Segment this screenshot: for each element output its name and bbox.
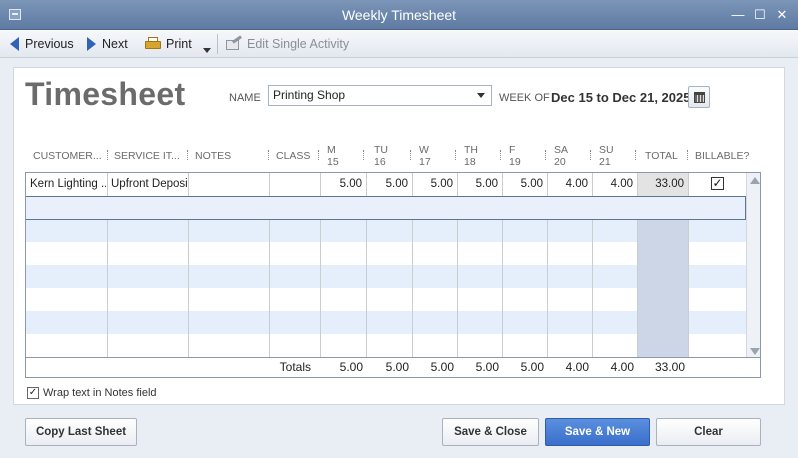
- col-separator[interactable]: [268, 150, 269, 160]
- chevron-down-icon: [203, 47, 211, 53]
- chevron-down-icon: [477, 93, 485, 98]
- col-day-mon[interactable]: M 15: [327, 144, 339, 168]
- total-fri: 5.00: [520, 360, 544, 374]
- previous-label: Previous: [25, 37, 74, 51]
- edit-single-activity-button[interactable]: Edit Single Activity: [226, 35, 349, 53]
- totals-label: Totals: [279, 360, 311, 374]
- total-column-shade: [637, 196, 688, 357]
- print-dropdown-button[interactable]: [203, 41, 211, 59]
- col-day-fri[interactable]: F 19: [509, 144, 521, 168]
- cell-service[interactable]: Upfront Deposit: [111, 173, 188, 195]
- print-button[interactable]: Print: [145, 35, 192, 53]
- col-separator[interactable]: [590, 150, 591, 160]
- col-separator[interactable]: [687, 150, 688, 160]
- printer-icon: [145, 37, 161, 51]
- col-separator[interactable]: [500, 150, 501, 160]
- wrap-text-checkbox[interactable]: ✓: [27, 387, 39, 399]
- cell-hours-tue[interactable]: 5.00: [367, 173, 412, 195]
- cell-hours-mon[interactable]: 5.00: [321, 173, 366, 195]
- col-notes[interactable]: NOTES: [195, 150, 231, 162]
- window-titlebar: Weekly Timesheet — ☐ ✕: [0, 0, 798, 30]
- wrap-text-label[interactable]: Wrap text in Notes field: [43, 387, 157, 399]
- total-sat: 4.00: [565, 360, 589, 374]
- vertical-scrollbar[interactable]: [746, 173, 760, 357]
- print-label: Print: [166, 37, 192, 51]
- cell-hours-wed[interactable]: 5.00: [413, 173, 457, 195]
- col-separator[interactable]: [107, 150, 108, 160]
- col-separator[interactable]: [363, 150, 364, 160]
- cell-class[interactable]: [270, 173, 320, 195]
- name-value: Printing Shop: [273, 88, 346, 102]
- scroll-up-icon[interactable]: [750, 177, 760, 184]
- col-separator[interactable]: [545, 150, 546, 160]
- col-billable[interactable]: BILLABLE?: [695, 150, 749, 162]
- edit-single-label: Edit Single Activity: [247, 37, 350, 51]
- name-dropdown[interactable]: Printing Shop: [268, 85, 492, 106]
- total-sun: 4.00: [610, 360, 634, 374]
- week-of-label: WEEK OF: [499, 92, 550, 104]
- calendar-icon: [694, 92, 705, 103]
- total-mon: 5.00: [339, 360, 363, 374]
- col-service[interactable]: SERVICE IT...: [114, 150, 180, 162]
- window-title: Weekly Timesheet: [341, 7, 457, 23]
- totals-row: Totals 5.00 5.00 5.00 5.00 5.00 4.00 4.0…: [25, 358, 761, 378]
- name-label: NAME: [229, 92, 261, 104]
- col-day-tue[interactable]: TU 16: [374, 144, 388, 168]
- calendar-button[interactable]: [688, 86, 710, 108]
- col-class[interactable]: CLASS: [276, 150, 310, 162]
- selected-row[interactable]: [26, 196, 746, 220]
- total-grand: 33.00: [654, 360, 685, 374]
- scroll-down-icon[interactable]: [750, 348, 760, 355]
- col-day-sat[interactable]: SA 20: [554, 144, 568, 168]
- total-tue: 5.00: [385, 360, 409, 374]
- cell-customer[interactable]: Kern Lighting ...: [30, 173, 106, 195]
- close-button[interactable]: ✕: [774, 7, 790, 23]
- arrow-left-icon: [10, 37, 19, 51]
- col-separator[interactable]: [318, 150, 319, 160]
- col-customer[interactable]: CUSTOMER...: [33, 150, 102, 162]
- col-separator[interactable]: [455, 150, 456, 160]
- col-separator[interactable]: [187, 150, 188, 160]
- arrow-right-icon: [87, 37, 96, 51]
- previous-button[interactable]: Previous: [10, 35, 74, 53]
- clear-button[interactable]: Clear: [656, 418, 761, 446]
- save-close-button[interactable]: Save & Close: [442, 418, 539, 446]
- cell-hours-fri[interactable]: 5.00: [503, 173, 547, 195]
- timesheet-grid[interactable]: Kern Lighting ... Upfront Deposit 5.00 5…: [25, 172, 761, 358]
- save-new-button[interactable]: Save & New: [545, 418, 650, 446]
- cell-total: 33.00: [655, 178, 684, 190]
- col-separator[interactable]: [635, 150, 636, 160]
- toolbar: Previous Next Print Edit Single Activity: [0, 30, 798, 58]
- col-day-sun[interactable]: SU 21: [599, 144, 614, 168]
- cell-hours-sat[interactable]: 4.00: [548, 173, 592, 195]
- page-title: Timesheet: [25, 76, 186, 112]
- col-day-wed[interactable]: W 17: [419, 144, 431, 168]
- minimize-button[interactable]: —: [730, 7, 746, 23]
- billable-checkbox[interactable]: ✓: [711, 177, 724, 190]
- cell-hours-thu[interactable]: 5.00: [458, 173, 502, 195]
- toolbar-separator: [217, 34, 218, 54]
- cell-notes[interactable]: [189, 173, 269, 195]
- total-thu: 5.00: [475, 360, 499, 374]
- cell-hours-sun[interactable]: 4.00: [593, 173, 637, 195]
- col-total[interactable]: TOTAL: [645, 150, 678, 162]
- col-separator[interactable]: [410, 150, 411, 160]
- col-day-thu[interactable]: TH 18: [464, 144, 478, 168]
- copy-last-sheet-button[interactable]: Copy Last Sheet: [25, 418, 137, 446]
- edit-icon: [226, 35, 242, 51]
- maximize-button[interactable]: ☐: [752, 7, 768, 23]
- next-label: Next: [102, 37, 128, 51]
- next-button[interactable]: Next: [87, 35, 128, 53]
- week-of-value: Dec 15 to Dec 21, 2025: [551, 90, 691, 105]
- total-wed: 5.00: [430, 360, 454, 374]
